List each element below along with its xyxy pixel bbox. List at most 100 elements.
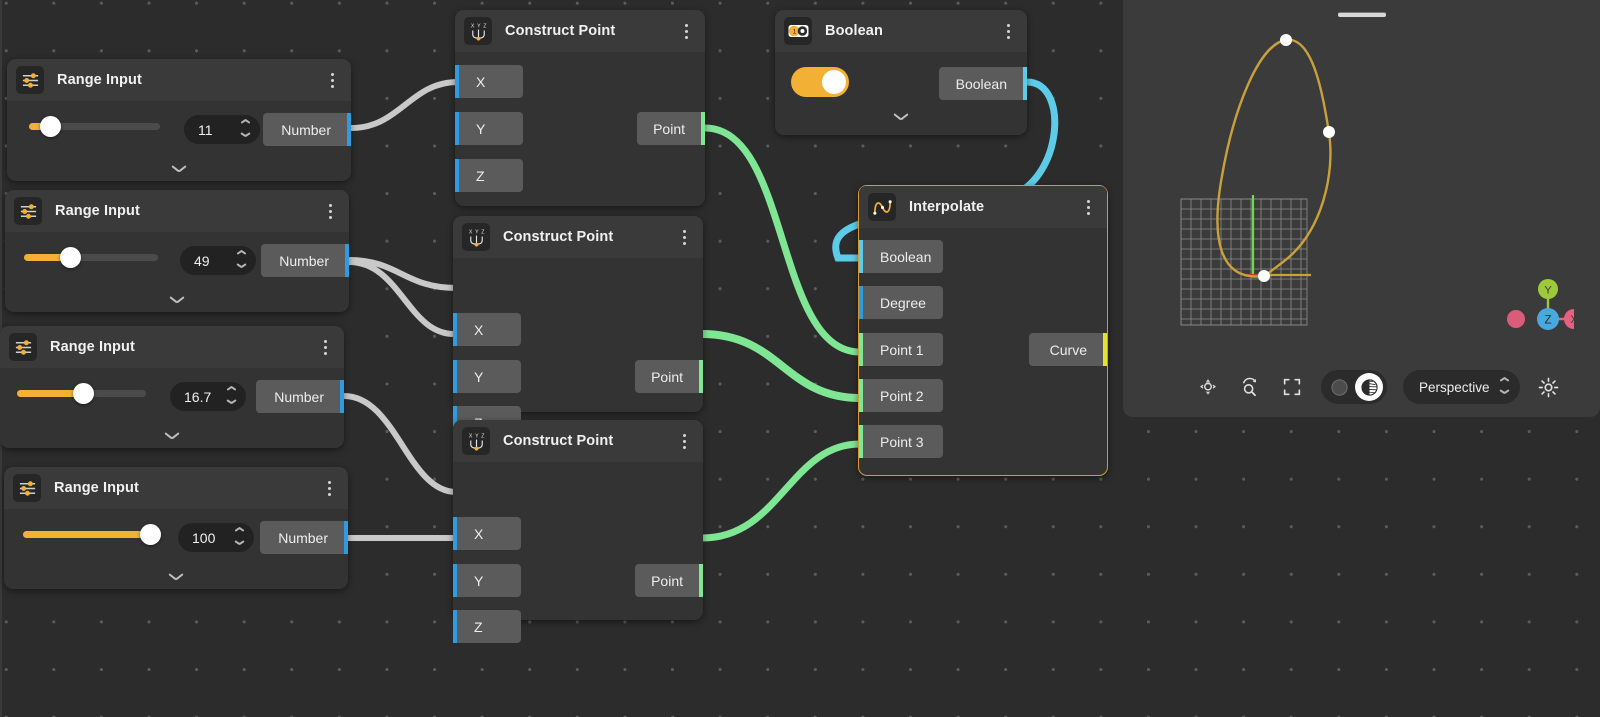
node-construct-point-2[interactable]: X Y Z Construct Point X Y Z — [453, 216, 703, 412]
output-port-curve[interactable]: Curve — [1029, 333, 1107, 366]
node-header[interactable]: Range Input — [7, 59, 351, 101]
stepper-up-icon[interactable] — [241, 122, 250, 127]
projection-selector[interactable]: Perspective — [1403, 370, 1520, 404]
number-stepper[interactable] — [220, 382, 242, 411]
chevron-down-icon — [894, 113, 908, 121]
number-stepper[interactable] — [228, 523, 250, 552]
input-port-x[interactable]: X — [455, 65, 523, 98]
input-port-x[interactable]: X — [453, 313, 521, 346]
shaded-shading-button[interactable] — [1355, 373, 1383, 401]
viewport-scene[interactable] — [1123, 0, 1600, 417]
viewport-settings-gear-icon[interactable] — [1536, 374, 1562, 400]
node-header[interactable]: X Y Z Construct Point — [455, 10, 705, 52]
node-menu-button[interactable] — [998, 18, 1018, 44]
node-interpolate[interactable]: Interpolate Boolean Degree Point 1 Point… — [858, 185, 1108, 476]
output-port-number[interactable]: Number — [263, 113, 351, 146]
node-header[interactable]: Range Input — [0, 326, 344, 368]
range-slider-knob[interactable] — [40, 116, 61, 137]
curve-point-3 — [1258, 270, 1270, 282]
svg-text:Y: Y — [475, 229, 479, 235]
node-menu-button[interactable] — [320, 198, 340, 224]
input-port-point-1[interactable]: Point 1 — [859, 333, 943, 366]
node-menu-button[interactable] — [676, 18, 696, 44]
range-slider-track[interactable] — [24, 254, 158, 261]
output-port-boolean[interactable]: Boolean — [939, 67, 1027, 100]
output-port-number[interactable]: Number — [256, 380, 344, 413]
input-port-y[interactable]: Y — [453, 564, 521, 597]
node-menu-button[interactable] — [319, 475, 339, 501]
expand-toggle[interactable] — [7, 157, 351, 181]
output-port-point[interactable]: Point — [635, 564, 703, 597]
gizmo-z-label: Z — [1544, 315, 1551, 327]
range-slider-knob[interactable] — [60, 247, 81, 268]
number-input[interactable]: 11 — [184, 115, 260, 144]
stepper-up-icon[interactable] — [235, 530, 244, 535]
range-slider-fill — [23, 531, 150, 538]
input-port-degree[interactable]: Degree — [859, 286, 943, 319]
node-header[interactable]: Range Input — [4, 467, 348, 509]
input-port-z[interactable]: Z — [455, 159, 523, 192]
input-port-point-2[interactable]: Point 2 — [859, 379, 943, 412]
node-header[interactable]: 1 Boolean — [775, 10, 1027, 52]
node-menu-button[interactable] — [674, 224, 694, 250]
input-port-y[interactable]: Y — [455, 112, 523, 145]
expand-toggle[interactable] — [4, 565, 348, 589]
node-header[interactable]: X Y Z Construct Point — [453, 420, 703, 462]
port-label: Point 1 — [880, 342, 924, 358]
node-range-input-1[interactable]: Range Input 11 Number — [7, 59, 351, 181]
sliders-icon — [16, 66, 44, 94]
viewport-panel[interactable]: Y Z X — [1123, 0, 1600, 417]
node-boolean[interactable]: 1 Boolean Boolean — [775, 10, 1027, 135]
node-menu-button[interactable] — [1078, 194, 1098, 220]
port-label: X — [474, 322, 483, 338]
input-port-y[interactable]: Y — [453, 360, 521, 393]
range-slider-track[interactable] — [29, 123, 160, 130]
input-port-boolean[interactable]: Boolean — [859, 240, 943, 273]
number-stepper[interactable] — [230, 246, 252, 275]
number-input[interactable]: 16.7 — [170, 382, 246, 411]
node-header[interactable]: X Y Z Construct Point — [453, 216, 703, 258]
stepper-up-icon[interactable] — [227, 389, 236, 394]
wireframe-shading-button[interactable] — [1325, 373, 1353, 401]
range-slider-track[interactable] — [17, 390, 146, 397]
expand-toggle[interactable] — [0, 424, 344, 448]
output-port-point[interactable]: Point — [637, 112, 705, 145]
expand-toggle[interactable] — [775, 105, 1027, 129]
stepper-down-icon[interactable] — [227, 399, 236, 404]
node-range-input-4[interactable]: Range Input 100 Number — [4, 467, 348, 589]
boolean-toggle[interactable] — [791, 67, 849, 97]
range-slider-track[interactable] — [23, 531, 158, 538]
output-port-number[interactable]: Number — [260, 521, 348, 554]
stepper-down-icon[interactable] — [237, 263, 246, 268]
number-input[interactable]: 100 — [178, 523, 254, 552]
output-port-point[interactable]: Point — [635, 360, 703, 393]
node-header[interactable]: Interpolate — [859, 186, 1107, 228]
node-range-input-3[interactable]: Range Input 16.7 Number — [0, 326, 344, 448]
fit-to-screen-icon[interactable] — [1279, 374, 1305, 400]
range-slider-knob[interactable] — [73, 383, 94, 404]
node-construct-point-3[interactable]: X Y Z Construct Point X Y Z — [453, 420, 703, 620]
pan-zoom-icon[interactable] — [1195, 374, 1221, 400]
number-input[interactable]: 49 — [180, 246, 256, 275]
xyz-icon: X Y Z — [462, 223, 490, 251]
number-stepper[interactable] — [234, 115, 256, 144]
stepper-down-icon[interactable] — [241, 132, 250, 137]
node-range-input-2[interactable]: Range Input 49 Number — [5, 190, 349, 312]
node-menu-button[interactable] — [674, 428, 694, 454]
axis-gizmo[interactable]: Y Z X — [1490, 275, 1574, 345]
stepper-up-icon[interactable] — [237, 253, 246, 258]
output-port-number[interactable]: Number — [261, 244, 349, 277]
node-construct-point-1[interactable]: X Y Z Construct Point X Y Z — [455, 10, 705, 206]
range-slider-knob[interactable] — [140, 524, 161, 545]
stepper-down-icon[interactable] — [235, 540, 244, 545]
expand-toggle[interactable] — [5, 288, 349, 312]
node-menu-button[interactable] — [322, 67, 342, 93]
gizmo-x-label: X — [1570, 314, 1574, 326]
input-port-z[interactable]: Z — [453, 610, 521, 643]
input-port-x[interactable]: X — [453, 517, 521, 550]
node-header[interactable]: Range Input — [5, 190, 349, 232]
node-menu-button[interactable] — [315, 334, 335, 360]
reset-view-icon[interactable] — [1237, 374, 1263, 400]
port-label: Y — [474, 573, 483, 589]
input-port-point-3[interactable]: Point 3 — [859, 425, 943, 458]
